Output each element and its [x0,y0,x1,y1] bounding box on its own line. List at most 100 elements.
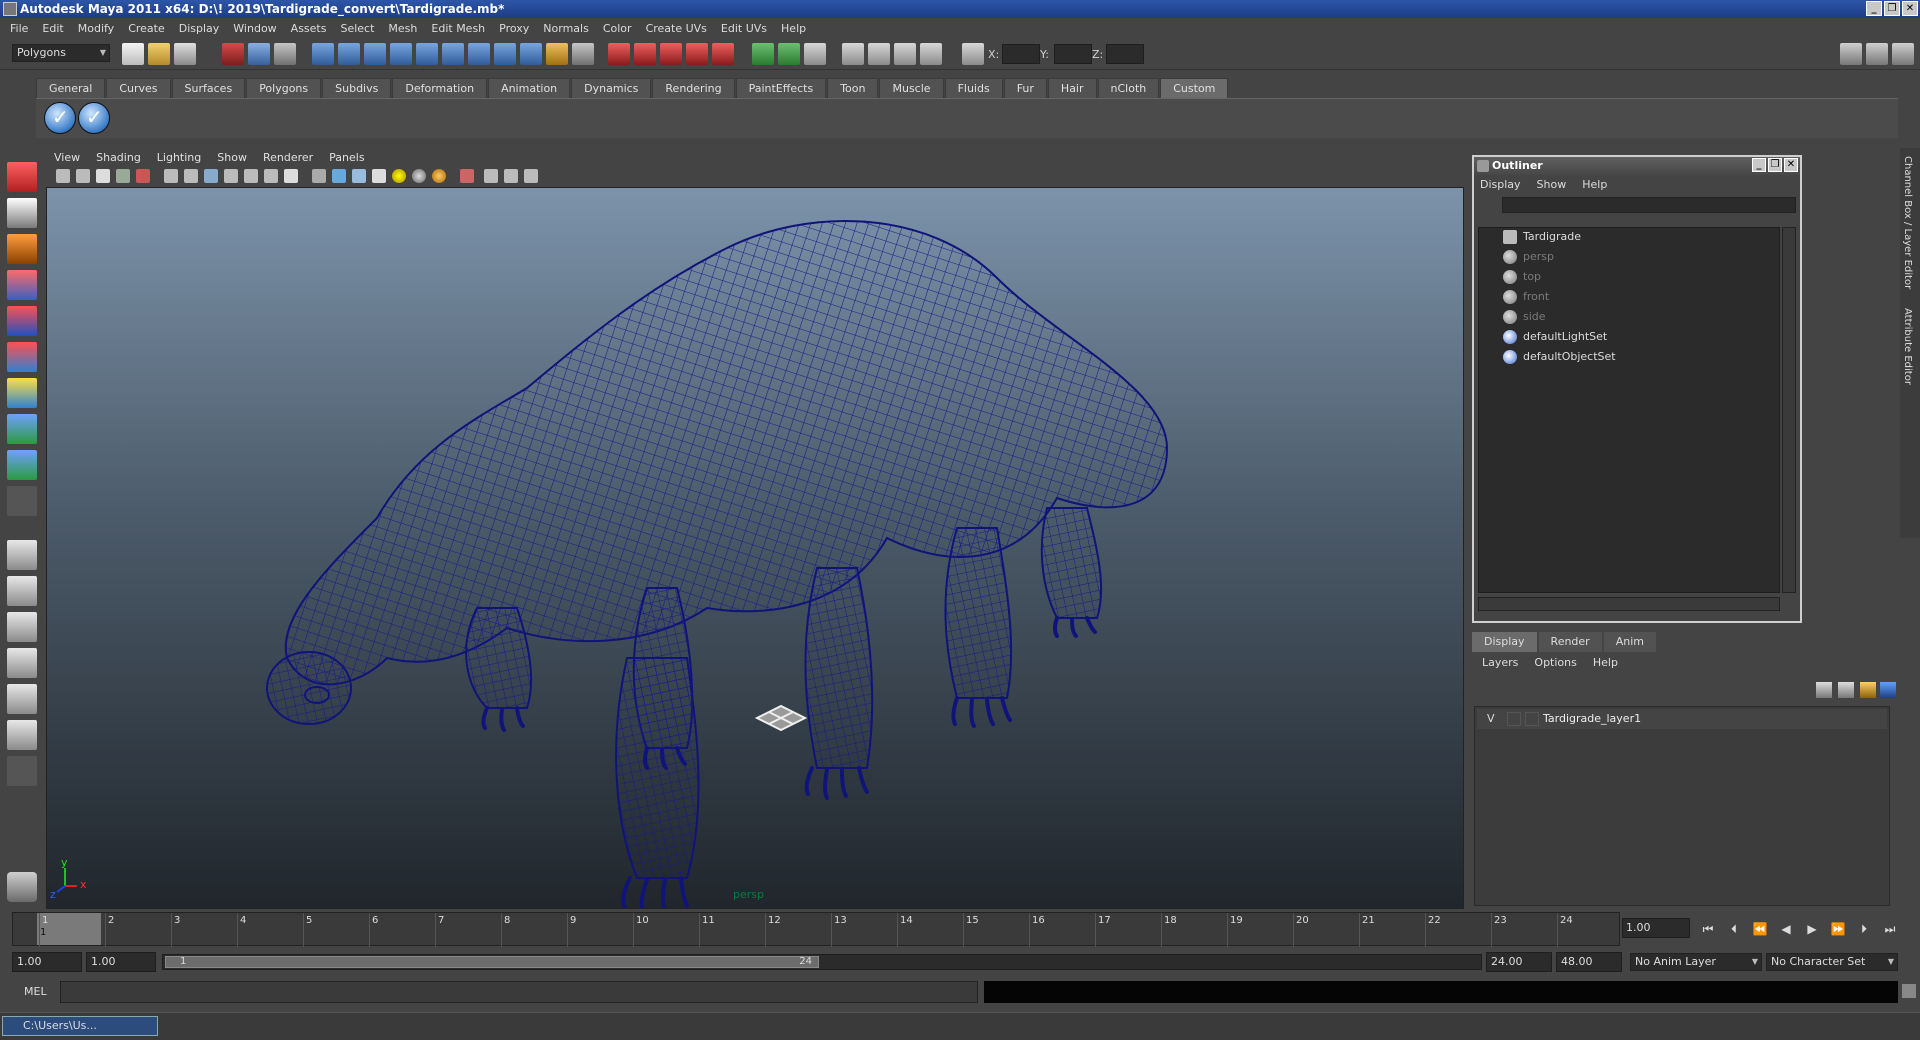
universal-manipulator-icon[interactable] [7,378,37,408]
select-tool-icon[interactable] [7,162,37,192]
shelf-tab-polygons[interactable]: Polygons [246,78,322,98]
scale-tool-icon[interactable] [7,342,37,372]
shelf-tab-general[interactable]: General [36,78,106,98]
snap-live-icon[interactable] [468,43,490,65]
maximize-button[interactable]: ❐ [1884,1,1900,16]
textured-icon[interactable] [372,169,386,183]
layer-tab-anim[interactable]: Anim [1603,632,1656,652]
single-perspective-layout-icon[interactable] [7,540,37,570]
attribute-editor-tab[interactable]: Attribute Editor [1902,308,1913,385]
go-to-end-icon[interactable]: ⏭ [1878,920,1902,938]
history-icon[interactable] [494,43,516,65]
hypershade-icon[interactable] [686,43,708,65]
connection-editor-icon[interactable] [920,43,942,65]
toggle-panel-icon[interactable] [752,43,774,65]
xray-icon[interactable] [484,169,498,183]
anim-layer-dropdown[interactable]: No Anim Layer ▼ [1630,953,1762,971]
menu-file[interactable]: File [4,22,36,35]
outliner-item-top[interactable]: top [1523,268,1541,286]
move-layer-up-icon[interactable] [1816,682,1832,698]
viewport-menu-panels[interactable]: Panels [321,151,372,164]
layer-menu-help[interactable]: Help [1593,656,1618,669]
safe-title-icon[interactable] [284,169,298,183]
shelf-tab-ncloth[interactable]: nCloth [1097,78,1160,98]
outliner-menu-display[interactable]: Display [1480,178,1521,191]
camera-attributes-icon[interactable] [76,169,90,183]
safe-action-icon[interactable] [264,169,278,183]
render-view-window-icon[interactable] [842,43,864,65]
field-chart-icon[interactable] [244,169,258,183]
outliner-filter-input[interactable] [1502,197,1796,213]
move-tool-icon[interactable] [7,270,37,300]
custom-check-icon-2[interactable] [78,102,110,134]
outliner-item-default-object-set[interactable]: defaultObjectSet [1523,348,1616,366]
select-hierarchy-icon[interactable] [222,43,244,65]
toggle-layout-icon[interactable] [778,43,800,65]
menu-mesh[interactable]: Mesh [382,22,425,35]
attribute-toggle-icon[interactable] [804,43,826,65]
menu-select[interactable]: Select [334,22,382,35]
select-object-icon[interactable] [248,43,270,65]
menu-window[interactable]: Window [227,22,284,35]
toggle-attribute-editor-icon[interactable] [1840,43,1862,65]
animation-end-field[interactable]: 48.00 [1556,952,1622,972]
lasso-tool-icon[interactable] [7,198,37,228]
graph-editor-layout-icon[interactable] [7,648,37,678]
2d-pan-zoom-icon[interactable] [136,169,150,183]
menu-assets[interactable]: Assets [285,22,335,35]
viewport-menu-renderer[interactable]: Renderer [255,151,321,164]
open-scene-icon[interactable] [148,43,170,65]
four-view-layout-icon[interactable] [7,576,37,606]
snap-view-icon[interactable] [442,43,464,65]
default-lighting-icon[interactable] [392,169,406,183]
render-settings-icon[interactable] [660,43,682,65]
step-forward-frame-icon[interactable]: ⏵ [1852,920,1876,938]
viewport-menu-shading[interactable]: Shading [88,151,149,164]
outliner-minimize-button[interactable]: _ [1752,158,1766,172]
outliner-menu-show[interactable]: Show [1537,178,1567,191]
hypershade-layout-icon[interactable] [7,684,37,714]
minimized-window-item[interactable]: C:\Users\Us... [2,1016,158,1036]
save-scene-icon[interactable] [174,43,196,65]
shelf-tab-muscle[interactable]: Muscle [879,78,944,98]
script-editor-icon[interactable] [1902,984,1916,998]
viewport-menu-show[interactable]: Show [209,151,255,164]
outliner-maximize-button[interactable]: ❐ [1768,158,1782,172]
menu-edit-mesh[interactable]: Edit Mesh [425,22,493,35]
custom-layout-icon[interactable] [7,720,37,750]
graph-editor-icon[interactable] [868,43,890,65]
menu-edit-uvs[interactable]: Edit UVs [715,22,775,35]
snap-point-icon[interactable] [364,43,386,65]
layer-color-swatch-icon[interactable] [1525,712,1539,726]
render-view-icon[interactable] [712,43,734,65]
layer-row[interactable]: V Tardigrade_layer1 [1477,709,1887,729]
create-layer-from-selected-icon[interactable] [1880,682,1896,698]
animation-start-field[interactable]: 1.00 [12,952,82,972]
new-scene-icon[interactable] [122,43,144,65]
play-forwards-icon[interactable]: ▶ [1800,920,1824,938]
menu-normals[interactable]: Normals [537,22,597,35]
menu-modify[interactable]: Modify [72,22,122,35]
layer-menu-options[interactable]: Options [1534,656,1576,669]
menu-create[interactable]: Create [122,22,173,35]
layer-menu-layers[interactable]: Layers [1482,656,1518,669]
outliner-menu-help[interactable]: Help [1582,178,1607,191]
snap-plane-icon[interactable] [390,43,412,65]
menu-proxy[interactable]: Proxy [493,22,537,35]
layer-name[interactable]: Tardigrade_layer1 [1543,712,1641,725]
character-set-dropdown[interactable]: No Character Set ▼ [1766,953,1898,971]
render-frame-icon[interactable] [608,43,630,65]
close-button[interactable]: ✕ [1902,1,1918,16]
menu-set-dropdown[interactable]: Polygons ▼ [12,44,110,62]
camera-select-icon[interactable] [56,169,70,183]
bookmarks-icon[interactable] [96,169,110,183]
viewport-menu-lighting[interactable]: Lighting [149,151,209,164]
range-slider[interactable]: 1 24 [162,954,1482,970]
shelf-tab-painteffects[interactable]: PaintEffects [735,78,827,98]
absolute-transform-icon[interactable] [962,43,984,65]
shadows-icon[interactable] [432,169,446,183]
z-input[interactable] [1106,44,1144,64]
shelf-tab-animation[interactable]: Animation [488,78,571,98]
mel-label[interactable]: MEL [24,985,47,998]
menu-help[interactable]: Help [775,22,814,35]
